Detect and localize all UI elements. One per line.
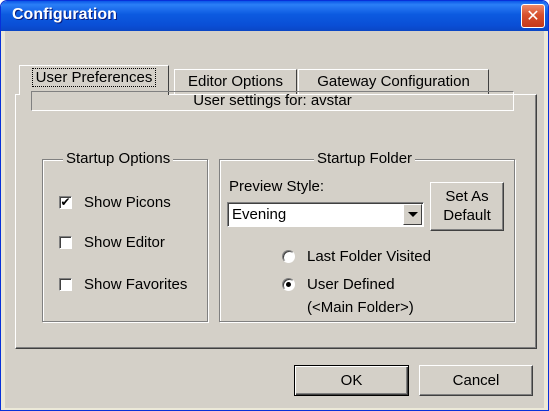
startup-folder-legend: Startup Folder	[314, 150, 416, 168]
tab-user-preferences-label: User Preferences	[31, 68, 157, 87]
startup-options-legend: Startup Options	[63, 150, 174, 168]
user-defined-label: User Defined	[307, 276, 395, 293]
preview-style-value: Evening	[232, 206, 287, 223]
user-defined-radio[interactable]	[282, 278, 295, 291]
last-folder-visited-radio-row[interactable]: Last Folder Visited	[282, 247, 462, 267]
show-favorites-checkbox-row[interactable]: Show Favorites	[59, 275, 207, 295]
show-favorites-checkbox[interactable]	[59, 278, 72, 291]
show-favorites-label: Show Favorites	[84, 276, 188, 293]
set-as-default-button[interactable]: Set As Default	[430, 182, 504, 231]
radio-selected-dot	[286, 282, 291, 287]
last-folder-visited-radio[interactable]	[282, 250, 295, 263]
last-folder-visited-label: Last Folder Visited	[307, 248, 431, 265]
chevron-down-icon[interactable]	[403, 204, 422, 225]
user-defined-radio-row[interactable]: User Defined	[282, 275, 462, 295]
show-editor-checkbox-row[interactable]: Show Editor	[59, 233, 199, 253]
preview-style-select[interactable]: Evening	[227, 202, 424, 227]
window-title: Configuration	[12, 6, 117, 23]
show-editor-label: Show Editor	[84, 234, 165, 251]
set-as-default-line1: Set As	[445, 188, 489, 205]
tab-gateway-configuration-label: Gateway Configuration	[317, 73, 470, 90]
ok-button[interactable]: OK	[294, 365, 409, 396]
show-editor-checkbox[interactable]	[59, 236, 72, 249]
tab-editor-options-label: Editor Options	[187, 73, 284, 90]
user-settings-banner: User settings for: avstar	[31, 91, 514, 111]
main-folder-path: (<Main Folder>)	[307, 299, 414, 316]
show-picons-label: Show Picons	[84, 194, 171, 211]
configuration-window: Configuration ✕ User Preferences Editor …	[0, 0, 549, 411]
cancel-button[interactable]: Cancel	[419, 365, 533, 396]
preview-style-label: Preview Style:	[229, 178, 325, 195]
set-as-default-line2: Default	[443, 207, 491, 224]
show-picons-checkbox[interactable]: ✔	[59, 196, 72, 209]
title-bar[interactable]: Configuration ✕	[1, 1, 548, 31]
close-icon[interactable]: ✕	[521, 4, 545, 28]
show-picons-checkbox-row[interactable]: ✔ Show Picons	[59, 193, 199, 213]
